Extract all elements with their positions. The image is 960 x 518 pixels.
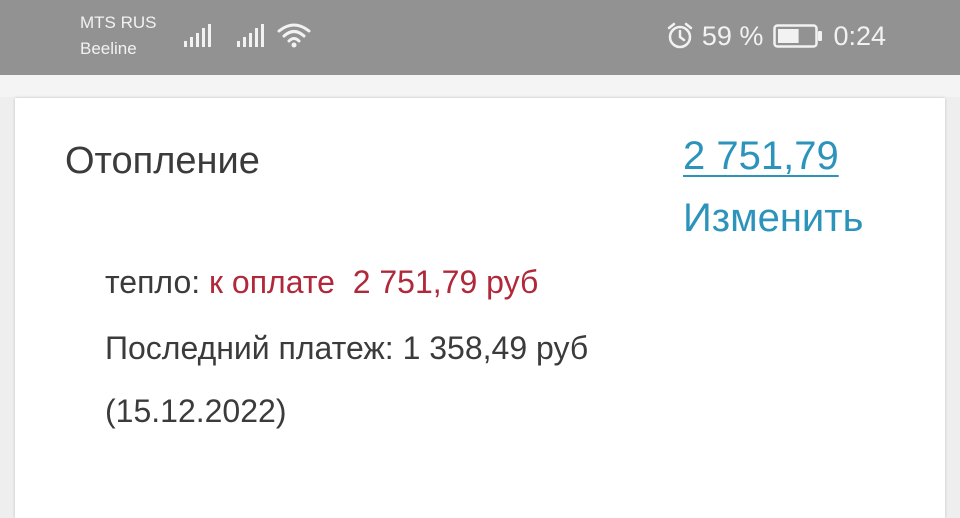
status-right: 59 % 0:24 <box>666 18 886 54</box>
signal-icon <box>184 24 211 47</box>
due-label: к оплате <box>209 264 335 300</box>
heating-card: Отопление 2 751,79 Изменить тепло: к опл… <box>15 98 945 518</box>
carrier-2: Beeline <box>80 39 137 58</box>
amount-link[interactable]: 2 751,79 <box>683 134 839 179</box>
heat-due-line: тепло: к оплате 2 751,79 руб <box>105 264 538 301</box>
signal-icon <box>237 24 264 47</box>
alarm-icon <box>667 22 693 49</box>
top-strip <box>0 75 960 97</box>
status-bar: MTS RUS Beeline 59 % 0:24 <box>0 0 960 75</box>
last-payment-line: Последний платеж: 1 358,49 руб <box>105 330 589 366</box>
due-amount: 2 751,79 руб <box>352 264 539 300</box>
carrier-1: MTS RUS <box>80 13 157 32</box>
wifi-icon <box>277 23 311 48</box>
clock: 0:24 <box>833 20 886 51</box>
change-link[interactable]: Изменить <box>683 196 863 241</box>
carrier-names: MTS RUS Beeline <box>80 10 157 62</box>
battery-percent: 59 % <box>701 20 764 51</box>
battery-icon <box>773 24 823 48</box>
card-title: Отопление <box>65 140 260 182</box>
last-payment-date: (15.12.2022) <box>105 393 287 429</box>
heat-label: тепло: <box>105 264 201 300</box>
